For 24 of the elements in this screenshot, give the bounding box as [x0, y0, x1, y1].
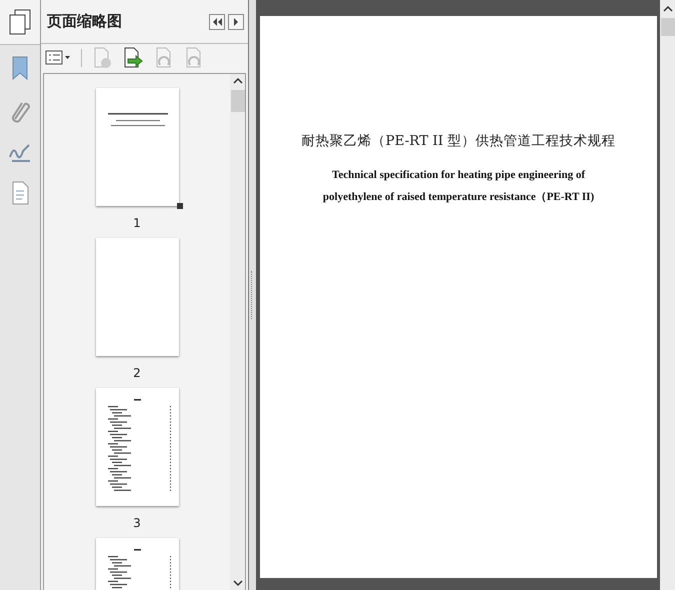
delete-page-icon[interactable]: [92, 46, 112, 68]
document-subtitle: polyethylene of raised temperature resistance（PE-RT II): [322, 190, 594, 205]
document-icon[interactable]: [11, 181, 29, 205]
scrollbar-thumb[interactable]: [660, 18, 674, 36]
right-arrow-icon: [233, 18, 239, 26]
pages-icon[interactable]: [8, 8, 32, 36]
page-number: 1: [133, 216, 141, 230]
collapse-button[interactable]: [209, 14, 225, 30]
bookmark-icon[interactable]: [11, 55, 29, 81]
page-preview-drawing: [108, 113, 168, 126]
page-number: 2: [133, 366, 141, 380]
resize-handle[interactable]: [176, 203, 182, 209]
page-number: 3: [133, 516, 141, 530]
page-thumbnail[interactable]: [96, 388, 178, 506]
insert-page-icon[interactable]: [122, 46, 144, 68]
page-thumbnail[interactable]: [96, 238, 178, 356]
panel-title: 页面缩略图: [47, 12, 122, 31]
document-title: 耐热聚乙烯（PE-RT II 型）供热管道工程技术规程: [302, 132, 616, 150]
document-subtitle: Technical specification for heating pipe engineering of: [332, 168, 585, 183]
scrollbar-thumb[interactable]: [230, 90, 244, 112]
double-left-icon: [212, 18, 222, 26]
options-icon[interactable]: [45, 50, 71, 66]
page-preview-drawing: [108, 549, 170, 588]
expand-button[interactable]: [228, 14, 244, 30]
